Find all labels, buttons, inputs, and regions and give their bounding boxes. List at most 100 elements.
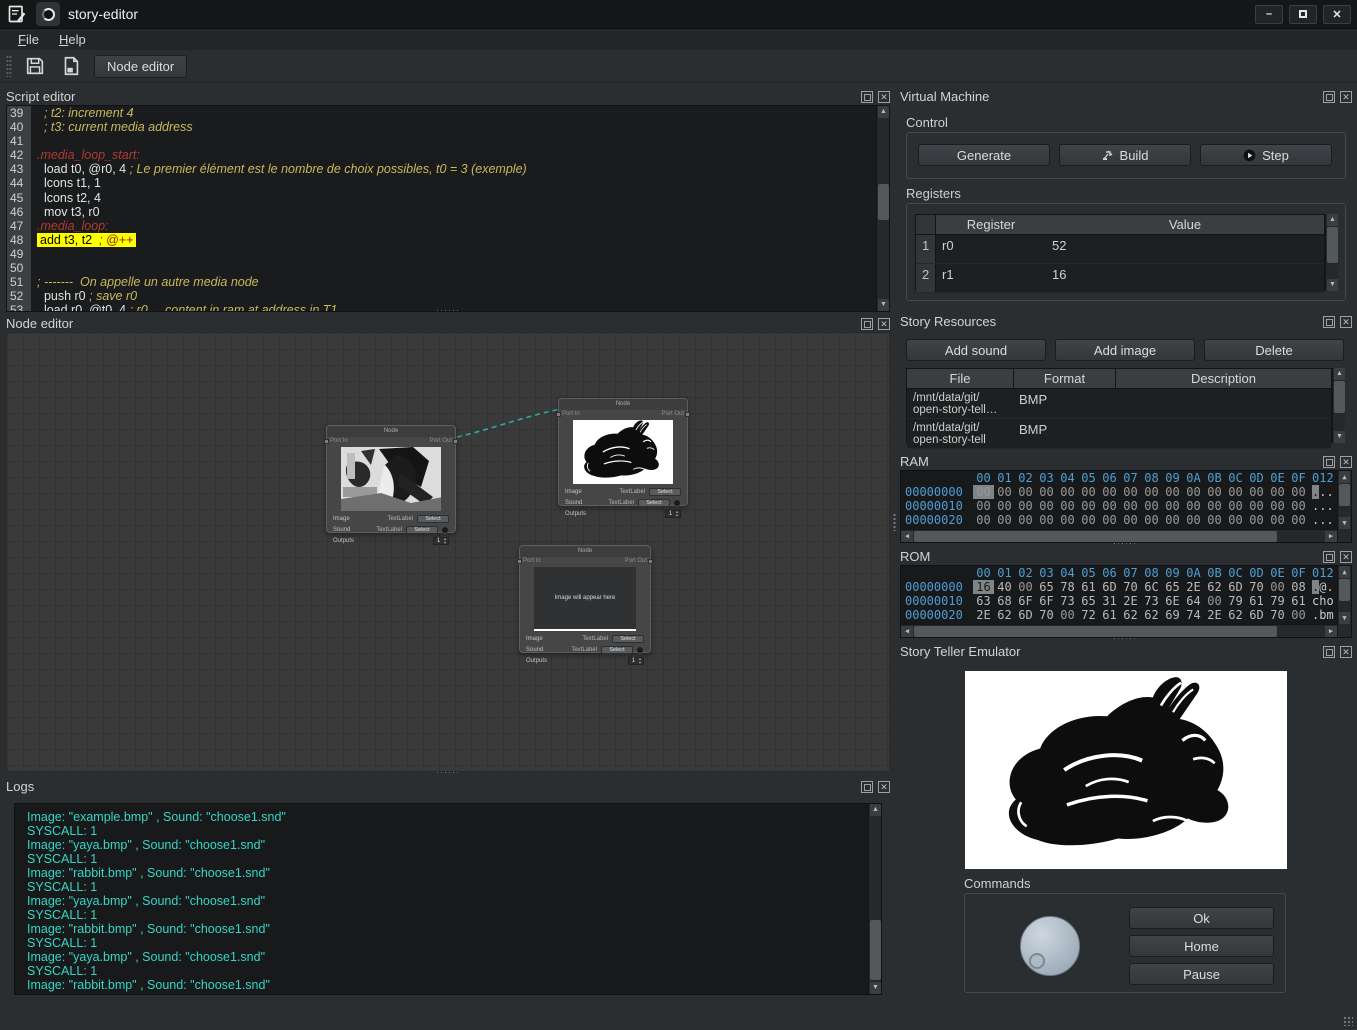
resource-row[interactable]: /mnt/data/git/open-story-tell…BMP — [907, 389, 1331, 419]
menu-help[interactable]: Help — [51, 31, 94, 48]
hex-row[interactable]: 000000001640006578616D706C652E626D700008… — [901, 580, 1351, 594]
code-line[interactable]: 50 — [7, 261, 889, 275]
rom-vscrollbar[interactable]: ▲ ▼ — [1337, 566, 1351, 637]
select-sound-button[interactable]: Select — [601, 646, 633, 654]
code-line[interactable]: 47.media_loop: — [7, 219, 889, 233]
register-row[interactable]: 2r116 — [916, 264, 1324, 293]
home-button[interactable]: Home — [1129, 935, 1274, 957]
close-panel-icon[interactable]: ✕ — [878, 91, 890, 103]
scroll-left-icon[interactable]: ◀ — [901, 531, 913, 542]
hex-row[interactable]: 0000001000000000000000000000000000000000… — [901, 499, 1351, 513]
node-title[interactable]: Node — [559, 399, 687, 410]
code-line[interactable]: 52 push r0 ; save r0 — [7, 289, 889, 303]
close-panel-icon[interactable]: ✕ — [1340, 646, 1352, 658]
float-panel-icon[interactable] — [1323, 646, 1335, 658]
node-canvas[interactable]: Node Port In Port Out — [6, 332, 890, 772]
scroll-right-icon[interactable]: ▶ — [1325, 531, 1337, 542]
code-line[interactable]: 44 lcons t1, 1 — [7, 176, 889, 190]
float-panel-icon[interactable] — [861, 781, 873, 793]
code-line[interactable]: 39 ; t2: increment 4 — [7, 106, 889, 120]
float-panel-icon[interactable] — [1323, 91, 1335, 103]
code-line[interactable]: 49 — [7, 247, 889, 261]
code-line[interactable]: 42.media_loop_start: — [7, 148, 889, 162]
port-out[interactable] — [453, 439, 458, 444]
build-button[interactable]: Build — [1059, 144, 1191, 166]
media-node[interactable]: Node Port In Port Out Image will appear … — [519, 545, 651, 653]
scroll-up-icon[interactable]: ▲ — [1334, 368, 1345, 380]
add-image-button[interactable]: Add image — [1055, 339, 1195, 361]
menu-file[interactable]: File — [10, 31, 47, 48]
hex-row[interactable]: 0000000000000000000000000000000000000000… — [901, 485, 1351, 499]
hex-row[interactable]: 000000202E626D70007261626269742E626D7000… — [901, 608, 1351, 622]
scroll-up-icon[interactable]: ▲ — [1339, 471, 1350, 483]
toolbar-drag-handle[interactable] — [6, 55, 12, 77]
add-sound-button[interactable]: Add sound — [906, 339, 1046, 361]
rom-hex-view[interactable]: 000102030405060708090A0B0C0D0E0F01200000… — [900, 565, 1352, 638]
outputs-spinbox[interactable]: 1▲▼ — [665, 510, 681, 518]
splitter-ram-rom[interactable]: ······ — [1113, 538, 1137, 548]
ram-hex-view[interactable]: 000102030405060708090A0B0C0D0E0F01200000… — [900, 470, 1352, 543]
select-sound-button[interactable]: Select — [406, 526, 438, 534]
ok-button[interactable]: Ok — [1129, 907, 1274, 929]
select-sound-button[interactable]: Select — [638, 499, 670, 507]
code-line[interactable]: 40 ; t3: current media address — [7, 120, 889, 134]
scroll-down-icon[interactable]: ▼ — [1339, 612, 1350, 624]
minimize-button[interactable]: – — [1255, 5, 1283, 24]
code-line[interactable]: 43 load t0, @r0, 4 ; Le premier élément … — [7, 162, 889, 176]
node-title[interactable]: Node — [327, 426, 455, 437]
splitter-vertical[interactable] — [890, 88, 899, 1005]
close-panel-icon[interactable]: ✕ — [878, 781, 890, 793]
hex-row[interactable]: 0000002000000000000000000000000000000000… — [901, 513, 1351, 527]
scroll-down-icon[interactable]: ▼ — [870, 982, 881, 994]
port-in[interactable] — [517, 559, 522, 564]
register-row[interactable]: 1r052 — [916, 235, 1324, 264]
scroll-down-icon[interactable]: ▼ — [1339, 517, 1350, 529]
scroll-up-icon[interactable]: ▲ — [878, 106, 889, 118]
scroll-down-icon[interactable]: ▼ — [878, 299, 889, 311]
close-panel-icon[interactable]: ✕ — [1340, 91, 1352, 103]
media-node[interactable]: Node Port In Port Out — [326, 425, 456, 533]
select-image-button[interactable]: Select — [612, 635, 644, 643]
code-line[interactable]: 45 lcons t2, 4 — [7, 191, 889, 205]
script-editor-code[interactable]: 39 ; t2: increment 440 ; t3: current med… — [6, 105, 890, 312]
float-panel-icon[interactable] — [861, 91, 873, 103]
scroll-down-icon[interactable]: ▼ — [1334, 431, 1345, 443]
resources-table[interactable]: File Format Description /mnt/data/git/op… — [906, 368, 1332, 443]
scroll-up-icon[interactable]: ▲ — [870, 804, 881, 816]
resources-scrollbar[interactable]: ▲ ▼ — [1332, 368, 1345, 443]
code-line[interactable]: 48add t3, t2 ; @++ — [7, 233, 889, 247]
window-resize-grip[interactable] — [1343, 1016, 1353, 1026]
scroll-left-icon[interactable]: ◀ — [901, 626, 913, 637]
port-in[interactable] — [324, 439, 329, 444]
play-sound-button[interactable] — [441, 526, 449, 534]
registers-scrollbar[interactable]: ▲ ▼ — [1325, 214, 1338, 291]
node-editor-toolbar-button[interactable]: Node editor — [94, 55, 187, 78]
close-panel-icon[interactable]: ✕ — [1340, 456, 1352, 468]
play-sound-button[interactable] — [673, 499, 681, 507]
export-file-icon[interactable] — [58, 53, 84, 79]
splitter-rom-emulator[interactable]: ······ — [1113, 633, 1137, 643]
generate-button[interactable]: Generate — [918, 144, 1050, 166]
code-line[interactable]: 46 mov t3, r0 — [7, 205, 889, 219]
hex-row[interactable]: 0000001063686F6F7365312E736E640079617961… — [901, 594, 1351, 608]
resource-row[interactable]: /mnt/data/git/open-story-tellBMP — [907, 419, 1331, 449]
outputs-spinbox[interactable]: 1▲▼ — [433, 537, 449, 545]
splitter-node-logs[interactable]: ······ — [436, 767, 460, 777]
media-node[interactable]: Node Port In Port Out Image TextLabel Se… — [558, 398, 688, 506]
pause-button[interactable]: Pause — [1129, 963, 1274, 985]
scroll-up-icon[interactable]: ▲ — [1327, 214, 1338, 226]
script-scrollbar[interactable]: ▲ ▼ — [876, 106, 889, 311]
step-button[interactable]: Step — [1200, 144, 1332, 166]
logs-scrollbar[interactable]: ▲ ▼ — [868, 804, 881, 994]
maximize-button[interactable] — [1289, 5, 1317, 24]
float-panel-icon[interactable] — [1323, 456, 1335, 468]
close-panel-icon[interactable]: ✕ — [1340, 316, 1352, 328]
ram-vscrollbar[interactable]: ▲ ▼ — [1337, 471, 1351, 542]
close-button[interactable]: ✕ — [1323, 5, 1351, 24]
node-title[interactable]: Node — [520, 546, 650, 557]
scroll-up-icon[interactable]: ▲ — [1339, 566, 1350, 578]
close-panel-icon[interactable]: ✕ — [878, 318, 890, 330]
outputs-spinbox[interactable]: 1▲▼ — [628, 657, 644, 665]
float-panel-icon[interactable] — [1323, 551, 1335, 563]
port-out[interactable] — [648, 559, 653, 564]
